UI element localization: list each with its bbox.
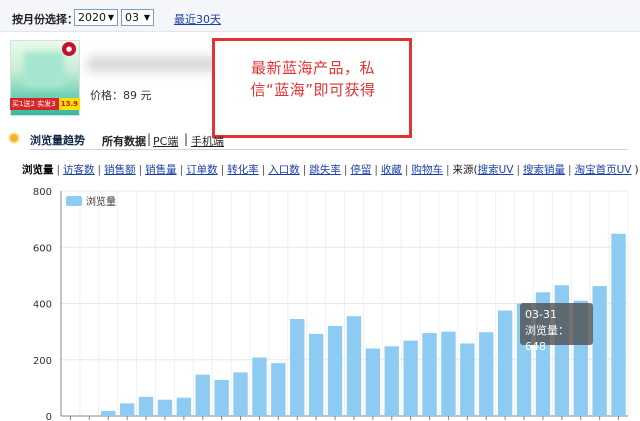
chart-bar xyxy=(346,316,362,416)
metric-conversion[interactable]: 转化率 xyxy=(227,162,259,177)
legend-label: 浏览量 xyxy=(86,195,116,208)
chart-bar xyxy=(611,233,626,416)
chart-bar xyxy=(290,318,305,416)
chart-bar xyxy=(176,397,192,416)
divider: | xyxy=(220,164,225,176)
divider: | xyxy=(516,164,521,176)
chart-bar xyxy=(101,410,116,416)
section-divider xyxy=(30,149,628,150)
divider: | xyxy=(179,164,184,176)
chart-bar xyxy=(384,346,399,416)
chart-bar xyxy=(308,333,324,416)
chart-bar xyxy=(497,310,513,416)
year-select-value: 2020 xyxy=(78,11,106,24)
chart-bar xyxy=(403,340,418,416)
legend-swatch xyxy=(66,196,82,206)
chart-bar xyxy=(157,399,173,416)
chart-bar xyxy=(327,326,343,416)
divider: | xyxy=(445,164,450,176)
source-close-paren: ) xyxy=(634,164,639,176)
divider: | xyxy=(138,164,143,176)
tab-pc[interactable]: PC端 xyxy=(153,133,178,149)
promo-overlay: 最新蓝海产品，私信“蓝海”即可获得 xyxy=(212,38,412,138)
chevron-down-icon: ▼ xyxy=(107,13,114,22)
metric-dwell[interactable]: 停留 xyxy=(350,162,371,177)
metric-selector: 浏览量 | 访客数 | 销售额 | 销售量 | 订单数 | 转化率 | 入口数 | 跳失率 | 停留 | 收藏 | 购物… xyxy=(22,162,639,177)
metric-favorites[interactable]: 收藏 xyxy=(381,162,402,177)
tab-mobile[interactable]: 手机端 xyxy=(191,133,224,149)
product-image[interactable]: ● 买1送2 实发3 13.9 xyxy=(10,40,80,116)
chart-bar xyxy=(119,403,135,416)
metric-sales-amount[interactable]: 销售额 xyxy=(104,162,136,177)
metric-bounce-rate[interactable]: 跳失率 xyxy=(309,162,341,177)
pageviews-bar-chart: 0 200 400 600 800 浏览量 xyxy=(33,187,629,421)
source-search-sales[interactable]: 搜索销量 xyxy=(523,162,565,177)
divider: | xyxy=(302,164,307,176)
brand-badge-icon: ● xyxy=(62,42,76,56)
month-select[interactable]: 03 ▼ xyxy=(121,9,154,26)
month-select-value: 03 xyxy=(125,11,139,24)
recent-30-days-link[interactable]: 最近30天 xyxy=(174,11,221,27)
date-filter-bar: 按月份选择： 2020 ▼ 03 ▼ 最近30天 xyxy=(0,0,640,32)
source-label: 来源( xyxy=(452,164,478,176)
product-price-tag: 13.9 xyxy=(58,98,80,110)
source-search-uv[interactable]: 搜索UV xyxy=(478,162,514,177)
y-tick-label: 0 xyxy=(46,412,52,421)
divider: | xyxy=(568,164,572,176)
chart-bar xyxy=(252,357,267,416)
y-tick-label: 200 xyxy=(33,356,52,367)
metric-orders[interactable]: 订单数 xyxy=(186,162,218,177)
metric-entries[interactable]: 入口数 xyxy=(268,162,300,177)
chart-bar xyxy=(365,348,381,416)
divider: | xyxy=(374,164,378,176)
chart-bar xyxy=(441,331,456,416)
divider: | xyxy=(97,164,102,176)
product-price: 价格：89 元 xyxy=(90,89,152,102)
tab-all-data[interactable]: 所有数据 xyxy=(102,133,146,149)
metric-visitors[interactable]: 访客数 xyxy=(63,162,95,177)
chart-bar xyxy=(233,372,248,416)
metric-pageviews[interactable]: 浏览量 xyxy=(22,162,54,177)
chart-bar xyxy=(138,396,154,416)
section-bullet-icon xyxy=(8,132,20,144)
month-filter-label: 按月份选择： xyxy=(12,13,78,26)
chart-bar xyxy=(422,333,437,416)
product-image-blur xyxy=(24,52,64,88)
chevron-down-icon: ▼ xyxy=(143,13,150,22)
chart-bar xyxy=(214,380,229,416)
divider: | xyxy=(261,164,266,176)
metric-sales-volume[interactable]: 销售量 xyxy=(145,162,177,177)
section-title: 浏览量趋势 xyxy=(30,134,85,147)
tooltip-value: 浏览量：648 xyxy=(525,324,569,353)
promo-overlay-text: 最新蓝海产品，私信“蓝海”即可获得 xyxy=(250,59,376,99)
source-taobao-home-uv[interactable]: 淘宝首页UV xyxy=(575,162,632,177)
chart-bar xyxy=(271,363,286,416)
y-tick-label: 800 xyxy=(33,187,52,198)
chart-bar xyxy=(479,332,494,416)
y-tick-label: 600 xyxy=(33,243,52,254)
chart-bar xyxy=(592,286,607,416)
y-tick-label: 400 xyxy=(33,300,52,311)
year-select[interactable]: 2020 ▼ xyxy=(74,9,118,26)
divider: | xyxy=(404,164,409,176)
divider: | xyxy=(343,164,348,176)
divider: | xyxy=(56,164,61,176)
divider: | xyxy=(184,132,189,146)
chart-tooltip: 03-31 浏览量：648 xyxy=(520,303,593,353)
metric-cart[interactable]: 购物车 xyxy=(411,162,443,177)
divider: | xyxy=(147,132,152,146)
chart-bar xyxy=(460,343,475,416)
tooltip-date: 03-31 xyxy=(525,308,557,321)
chart-bar xyxy=(195,374,210,416)
